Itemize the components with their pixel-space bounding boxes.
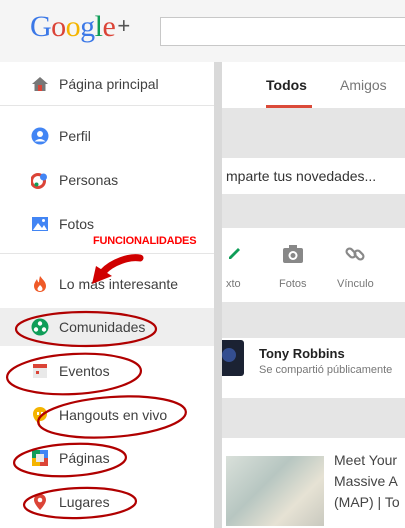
link-thumbnail-image[interactable] <box>226 456 324 526</box>
sidebar-item-hangouts[interactable]: Hangouts en vivo <box>0 396 214 434</box>
share-actions: xto Fotos Vínculo <box>222 228 405 302</box>
sidebar-nav: Página principal Perfil Personas Fotos L… <box>0 62 214 528</box>
active-tab-indicator <box>266 105 312 108</box>
sidebar-item-label: Lugares <box>59 494 110 510</box>
link-title-line: Meet Your <box>334 452 398 468</box>
link-title-line: (MAP) | To <box>334 494 400 510</box>
sidebar-item-people[interactable]: Personas <box>0 161 214 199</box>
sidebar-item-home[interactable]: Página principal <box>0 65 214 103</box>
top-bar: Google+ <box>0 0 405 63</box>
post-visibility: Se compartió públicamente <box>259 364 393 376</box>
tab-all[interactable]: Todos <box>266 77 307 93</box>
sidebar-divider <box>0 253 214 254</box>
sidebar-item-label: Lo más interesante <box>59 276 179 292</box>
post-card: Tony Robbins Se compartió públicamente <box>222 338 405 398</box>
post-author[interactable]: Tony Robbins <box>259 346 345 361</box>
sidebar-item-places[interactable]: Lugares <box>0 483 214 521</box>
sidebar-divider <box>0 105 214 106</box>
sidebar-item-label: Personas <box>59 172 119 188</box>
google-plus-logo[interactable]: Google+ <box>30 10 130 44</box>
share-link-label[interactable]: Vínculo <box>337 278 374 290</box>
sidebar-item-whats-hot[interactable]: Lo más interesante <box>0 265 214 303</box>
pencil-icon[interactable] <box>226 244 244 262</box>
tab-friends[interactable]: Amigos <box>340 77 387 93</box>
flame-icon <box>34 276 46 292</box>
search-input[interactable] <box>160 17 405 46</box>
profile-icon <box>31 127 49 145</box>
share-prompt[interactable]: mparte tus novedades... <box>226 168 376 184</box>
stream-tabs: Todos Amigos <box>222 62 405 108</box>
sidebar-scrollbar[interactable] <box>214 62 222 528</box>
link-preview-card[interactable]: Meet Your Massive A (MAP) | To <box>222 438 405 528</box>
sidebar-item-label: Perfil <box>59 128 91 144</box>
calendar-icon <box>33 364 47 378</box>
sidebar-item-communities[interactable]: Comunidades <box>0 308 214 346</box>
sidebar-item-events[interactable]: Eventos <box>0 352 214 390</box>
stream-area: Todos Amigos mparte tus novedades... xto… <box>222 62 405 528</box>
share-box[interactable]: mparte tus novedades... <box>222 158 405 194</box>
camera-icon[interactable] <box>282 244 304 264</box>
photos-icon <box>32 217 48 231</box>
sidebar-item-profile[interactable]: Perfil <box>0 117 214 155</box>
avatar[interactable] <box>222 340 244 376</box>
sidebar-item-label: Páginas <box>59 450 110 466</box>
annotation-label: FUNCIONALIDADES <box>93 235 197 247</box>
sidebar-item-pages[interactable]: Páginas <box>0 439 214 477</box>
share-text-label[interactable]: xto <box>226 278 241 290</box>
sidebar-item-label: Hangouts en vivo <box>59 407 168 423</box>
hangouts-icon <box>33 407 47 424</box>
location-pin-icon <box>34 494 46 510</box>
pages-icon <box>32 450 48 466</box>
home-icon <box>32 77 48 91</box>
link-title[interactable]: Meet Your Massive A (MAP) | To <box>334 450 400 513</box>
link-icon[interactable] <box>345 244 365 264</box>
link-title-line: Massive A <box>334 473 398 489</box>
sidebar-item-label: Página principal <box>59 76 159 92</box>
sidebar-item-label: Comunidades <box>59 319 146 335</box>
share-photos-label[interactable]: Fotos <box>279 278 307 290</box>
sidebar-item-label: Fotos <box>59 216 95 232</box>
communities-icon <box>31 318 49 336</box>
sidebar-item-label: Eventos <box>59 363 110 379</box>
people-icon <box>31 173 47 189</box>
